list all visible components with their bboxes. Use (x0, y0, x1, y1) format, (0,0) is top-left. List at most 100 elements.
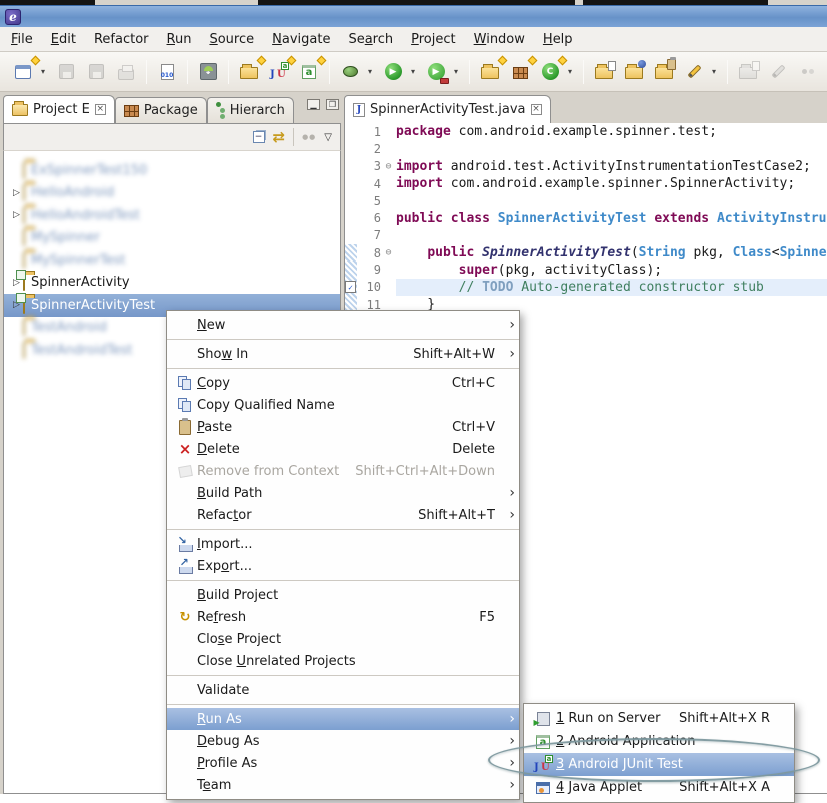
mark-occurrences-button[interactable] (681, 59, 707, 85)
menubar-item-search[interactable]: Search (339, 29, 402, 50)
menubar-item-help[interactable]: Help (534, 29, 582, 50)
code-line-6[interactable]: 6public class SpinnerActivityTest extend… (345, 209, 827, 226)
project-folder-icon (23, 163, 25, 178)
menu-item-debug-as[interactable]: Debug As› (167, 730, 519, 752)
submenu-arrow-icon: › (503, 778, 515, 792)
run-button[interactable]: ▶ (380, 59, 406, 85)
close-editor-tab-icon[interactable]: × (531, 104, 542, 115)
tree-item-exspinnertest150[interactable]: ExSpinnerTest150 (4, 159, 340, 182)
menu-item-close-unrelated-projects[interactable]: Close Unrelated Projects (167, 650, 519, 672)
tab-project-e[interactable]: Project E× (3, 95, 115, 123)
menu-item-run-as[interactable]: Run As› (167, 708, 519, 730)
run-dropdown-caret[interactable]: ▾ (411, 67, 419, 76)
menu-item-refresh[interactable]: ↻RefreshF5 (167, 606, 519, 628)
code-line-2[interactable]: 2 (345, 140, 827, 157)
tab-package[interactable]: Package (115, 97, 207, 123)
collapse-all-icon[interactable]: − (253, 131, 265, 143)
menu-item-3-android-junit-test[interactable]: JUa3 Android JUnit Test (524, 753, 794, 776)
menu-item-paste[interactable]: PasteCtrl+V (167, 416, 519, 438)
new-android-xml-button[interactable]: a (296, 59, 322, 85)
menu-separator (167, 672, 519, 679)
search-folder-button[interactable] (621, 59, 647, 85)
menubar-item-navigate[interactable]: Navigate (263, 29, 339, 50)
tree-item-myspinnertest[interactable]: MySpinnerTest (4, 249, 340, 272)
menubar-item-refactor[interactable]: Refactor (85, 29, 158, 50)
new-android-project-button[interactable] (236, 59, 262, 85)
menu-item-2-android-application[interactable]: a2 Android Application (524, 730, 794, 753)
android-sdk-manager-button[interactable]: ↓ (195, 59, 221, 85)
debug-button[interactable] (337, 59, 363, 85)
close-view-tab-icon[interactable]: × (95, 104, 106, 115)
line-number: 1 (357, 125, 381, 139)
menu-item-profile-as[interactable]: Profile As› (167, 752, 519, 774)
menu-item-import[interactable]: Import... (167, 533, 519, 555)
new-wizard-button[interactable] (10, 59, 36, 85)
menubar-item-edit[interactable]: Edit (42, 29, 85, 50)
menu-item-copy-qualified-name[interactable]: Copy Qualified Name (167, 394, 519, 416)
maximize-view-button[interactable]: ❒ (326, 99, 339, 110)
tab-spinneractivitytest-java[interactable]: J SpinnerActivityTest.java × (344, 95, 551, 123)
code-line-9[interactable]: 9 super(pkg, activityClass); (345, 261, 827, 278)
menu-item-label: Run As (197, 712, 242, 727)
code-line-5[interactable]: 5 (345, 192, 827, 209)
menu-item-build-path[interactable]: Build Path› (167, 482, 519, 504)
tree-expander-icon[interactable]: ▷ (10, 188, 23, 198)
run-external-tools-button[interactable]: ▶ (423, 59, 449, 85)
tab-hierarch[interactable]: Hierarch (207, 97, 294, 123)
menubar-item-file[interactable]: File (2, 29, 42, 50)
tree-item-helloandroid[interactable]: ▷HelloAndroid (4, 182, 340, 205)
menu-item-shortcut: Shift+Alt+X R (679, 711, 778, 726)
menu-item-show-in[interactable]: Show InShift+Alt+W› (167, 343, 519, 365)
fold-marker-icon[interactable]: ⊖ (381, 161, 396, 172)
tree-item-spinneractivity[interactable]: ▷SpinnerActivity (4, 272, 340, 295)
menu-item-delete[interactable]: ×DeleteDelete (167, 438, 519, 460)
view-menu-icon[interactable]: ▽ (324, 132, 332, 143)
new-java-project-button[interactable] (477, 59, 503, 85)
menu-item-1-run-on-server[interactable]: 1 Run on ServerShift+Alt+X R (524, 707, 794, 730)
menu-item-refactor[interactable]: RefactorShift+Alt+T› (167, 504, 519, 526)
toolbar-group: ▾ (6, 59, 143, 85)
menu-item-copy[interactable]: CopyCtrl+C (167, 372, 519, 394)
menu-item-new[interactable]: New› (167, 314, 519, 336)
menu-item-validate[interactable]: Validate (167, 679, 519, 701)
new-binary-file-button[interactable]: 010 (154, 59, 180, 85)
menu-item-build-project[interactable]: Build Project (167, 584, 519, 606)
menubar-item-project[interactable]: Project (402, 29, 465, 50)
project-folder-icon (23, 298, 25, 313)
run-external-tools-dropdown-caret[interactable]: ▾ (454, 67, 462, 76)
minimize-view-button[interactable]: ▁ (307, 99, 320, 110)
menu-item-team[interactable]: Team› (167, 774, 519, 796)
menubar-item-window[interactable]: Window (465, 29, 534, 50)
tree-expander-icon[interactable]: ▷ (10, 210, 23, 220)
new-java-class-dropdown-caret[interactable]: ▾ (568, 67, 576, 76)
debug-dropdown-caret[interactable]: ▾ (368, 67, 376, 76)
code-line-10[interactable]: ✓10 // TODO Auto-generated constructor s… (345, 279, 827, 296)
project-folder-icon (23, 230, 25, 245)
menu-separator (167, 701, 519, 708)
delete-icon: × (173, 442, 197, 457)
new-android-test-project-button[interactable]: JUa (266, 59, 292, 85)
new-java-package-button[interactable] (507, 59, 533, 85)
code-line-4[interactable]: 4import com.android.example.spinner.Spin… (345, 175, 827, 192)
new-wizard-dropdown-caret[interactable]: ▾ (41, 67, 49, 76)
new-java-class-button[interactable]: C (537, 59, 563, 85)
code-line-3[interactable]: 3⊖import android.test.ActivityInstrument… (345, 158, 827, 175)
code-line-1[interactable]: 1package com.android.example.spinner.tes… (345, 123, 827, 140)
fold-marker-icon[interactable]: ⊖ (381, 247, 396, 258)
menubar-item-source[interactable]: Source (200, 29, 263, 50)
code-line-8[interactable]: 8⊖ public SpinnerActivityTest(String pkg… (345, 244, 827, 261)
tree-item-myspinner[interactable]: MySpinner (4, 227, 340, 250)
line-number: 6 (357, 211, 381, 225)
link-with-editor-icon[interactable]: ⇄ (273, 128, 286, 146)
mark-occurrences-dropdown-caret[interactable]: ▾ (712, 67, 720, 76)
menubar-item-run[interactable]: Run (158, 29, 201, 50)
tree-item-helloandroidtest[interactable]: ▷HelloAndroidTest (4, 204, 340, 227)
menu-item-shortcut: F5 (479, 610, 503, 625)
menu-item-4-java-applet[interactable]: 4 Java AppletShift+Alt+X A (524, 776, 794, 799)
task-folder-button[interactable] (651, 59, 677, 85)
menu-item-export[interactable]: Export... (167, 555, 519, 577)
menu-item-close-project[interactable]: Close Project (167, 628, 519, 650)
code-line-7[interactable]: 7 (345, 227, 827, 244)
task-marker-icon: ✓ (345, 281, 356, 293)
open-task-button[interactable] (591, 59, 617, 85)
